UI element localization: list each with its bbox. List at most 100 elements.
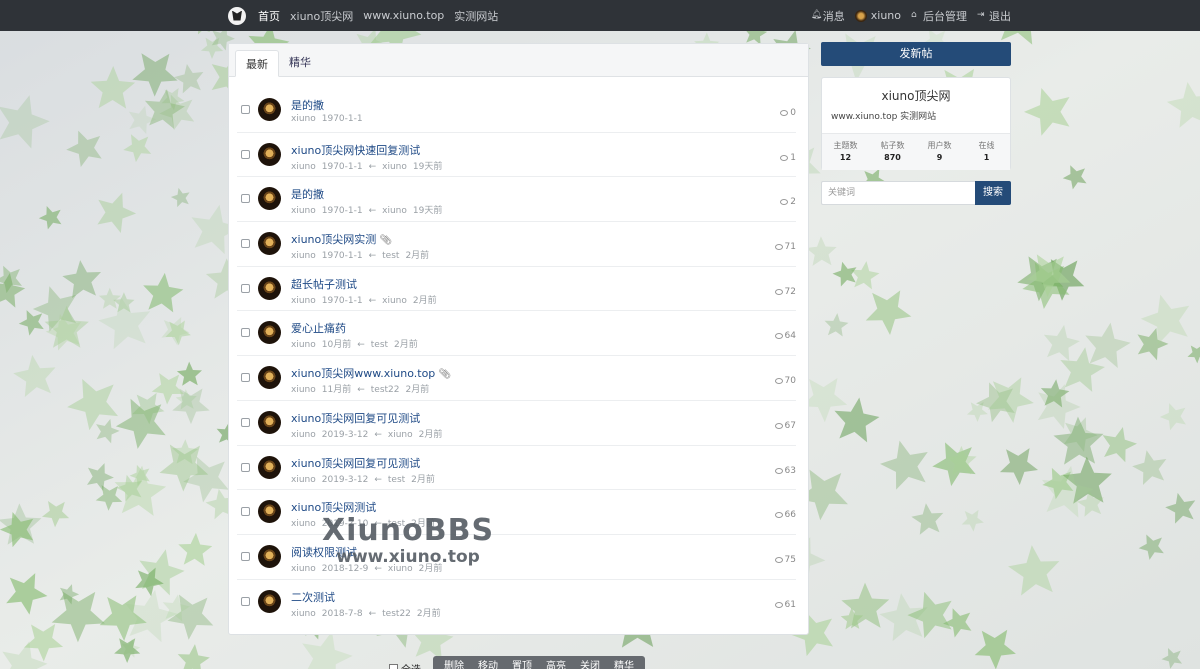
last-reply-user[interactable]: xiuno [382,206,407,216]
thread-title-link[interactable]: 是的撒 [291,186,324,202]
thread-checkbox[interactable] [241,105,250,114]
author-avatar[interactable] [258,321,281,345]
thread-title-link[interactable]: 是的撒 [291,97,324,113]
last-reply-user[interactable]: xiuno [382,296,407,306]
author-avatar[interactable] [258,589,281,613]
thread-row[interactable]: 是的撒 xiuno 1970-1-1 ← xiuno 19天前 2 [237,177,796,223]
thread-checkbox[interactable] [241,328,250,338]
thread-author[interactable]: xiuno [291,162,316,172]
nav-home[interactable]: 首页 [258,8,280,24]
thread-title-link[interactable]: 超长帖子测试 [291,276,357,292]
thread-title-link[interactable]: 二次测试 [291,589,335,605]
thread-title[interactable]: xiuno顶尖网www.xiuno.top [291,367,435,380]
thread-author[interactable]: xiuno [291,519,316,529]
search-button[interactable]: 搜索 [975,181,1011,205]
thread-row[interactable]: 超长帖子测试 xiuno 1970-1-1 ← xiuno 2月前 72 [237,267,796,312]
select-all-checkbox[interactable] [389,664,398,669]
last-reply-user[interactable]: test22 [382,609,411,619]
last-reply-user[interactable]: test [388,475,405,485]
thread-checkbox[interactable] [241,283,250,293]
thread-row[interactable]: xiuno顶尖网测试 xiuno 2019-2-10 ← test 2月前 66 [237,490,796,535]
thread-row[interactable]: 是的撒 xiuno 1970-1-1 0 [237,88,796,133]
author-avatar[interactable] [258,500,281,524]
thread-author[interactable]: xiuno [291,114,316,124]
nav-forum[interactable]: xiuno顶尖网 [290,8,353,24]
author-avatar[interactable] [258,142,281,166]
author-avatar[interactable] [258,187,281,211]
thread-author[interactable]: xiuno [291,251,316,261]
thread-row[interactable]: 阅读权限测试 xiuno 2018-12-9 ← xiuno 2月前 75 [237,535,796,580]
thread-checkbox[interactable] [241,551,250,561]
thread-author[interactable]: xiuno [291,385,316,395]
thread-row[interactable]: xiuno顶尖网www.xiuno.top 📎︎ xiuno 11月前 ← test22 2… [237,356,796,401]
thread-checkbox[interactable] [241,239,250,249]
move-button[interactable]: 移动 [471,656,505,669]
thread-checkbox[interactable] [241,194,250,204]
thread-title-link[interactable]: xiuno顶尖网实测 📎︎ [291,231,392,247]
thread-checkbox[interactable] [241,373,250,383]
author-avatar[interactable] [258,98,281,121]
thread-title[interactable]: xiuno顶尖网回复可见测试 [291,412,420,425]
thread-row[interactable]: xiuno顶尖网快速回复测试 xiuno 1970-1-1 ← xiuno 19天前 1 [237,133,796,178]
thread-author[interactable]: xiuno [291,340,316,350]
select-all[interactable]: 全选 [389,661,421,669]
tab-latest[interactable]: 最新 [235,50,279,77]
thread-row[interactable]: xiuno顶尖网回复可见测试 xiuno 2019-3-12 ← xiuno 2月前 67 [237,401,796,446]
thread-author[interactable]: xiuno [291,296,316,306]
thread-title-link[interactable]: xiuno顶尖网回复可见测试 [291,410,420,426]
nav-site-url[interactable]: www.xiuno.top [363,9,444,22]
nav-user[interactable]: xiuno [854,9,901,22]
author-avatar[interactable] [258,410,281,434]
author-avatar[interactable] [258,232,281,256]
search-input[interactable] [821,181,975,205]
last-reply-arrow-icon: ← [368,206,377,217]
thread-row[interactable]: xiuno顶尖网实测 📎︎ xiuno 1970-1-1 ← test 2月前 71 [237,222,796,267]
thread-checkbox[interactable] [241,417,250,427]
thread-title-link[interactable]: xiuno顶尖网www.xiuno.top 📎︎ [291,365,451,381]
nav-test-site[interactable]: 实测网站 [454,8,498,24]
thread-checkbox[interactable] [241,507,250,517]
last-reply-user[interactable]: test22 [371,385,400,395]
thread-title[interactable]: xiuno顶尖网回复可见测试 [291,457,420,470]
thread-checkbox[interactable] [241,462,250,472]
thread-row[interactable]: xiuno顶尖网回复可见测试 xiuno 2019-3-12 ← test 2月前 63 [237,446,796,491]
thread-author[interactable]: xiuno [291,564,316,574]
thread-title[interactable]: xiuno顶尖网实测 [291,233,376,246]
site-logo-icon[interactable] [228,6,246,25]
last-reply-user[interactable]: test [382,251,399,261]
thread-title-link[interactable]: xiuno顶尖网回复可见测试 [291,455,420,471]
thread-title[interactable]: 超长帖子测试 [291,278,357,291]
highlight-button[interactable]: 高亮 [539,656,573,669]
nav-admin[interactable]: ⌂ 后台管理 [911,8,967,24]
thread-checkbox[interactable] [241,596,250,606]
delete-button[interactable]: 删除 [437,656,471,669]
thread-title[interactable]: xiuno顶尖网快速回复测试 [291,144,420,157]
thread-checkbox[interactable] [241,149,250,159]
top-button[interactable]: 置顶 [505,656,539,669]
thread-title-link[interactable]: 爱心止痛药 [291,320,346,336]
nav-messages[interactable]: 🔔︎ 消息 [811,8,845,24]
tab-digest[interactable]: 精华 [279,49,321,76]
author-avatar[interactable] [258,276,281,300]
last-reply-user[interactable]: xiuno [382,162,407,172]
author-avatar[interactable] [258,544,281,568]
thread-row[interactable]: 爱心止痛药 xiuno 10月前 ← test 2月前 64 [237,311,796,357]
close-button[interactable]: 关闭 [573,656,607,669]
thread-row[interactable]: 二次测试 xiuno 2018-7-8 ← test22 2月前 61 [237,580,796,625]
last-reply-user[interactable]: xiuno [388,430,413,440]
thread-title[interactable]: 是的撒 [291,188,324,201]
thread-author[interactable]: xiuno [291,206,316,216]
thread-title[interactable]: 二次测试 [291,591,335,604]
thread-author[interactable]: xiuno [291,430,316,440]
thread-author[interactable]: xiuno [291,475,316,485]
thread-title[interactable]: 爱心止痛药 [291,322,346,335]
thread-title[interactable]: 是的撒 [291,99,324,112]
last-reply-user[interactable]: test [371,340,388,350]
author-avatar[interactable] [258,455,281,479]
nav-logout[interactable]: ⇥ 退出 [977,8,1011,24]
thread-author[interactable]: xiuno [291,609,316,619]
digest-button[interactable]: 精华 [607,656,641,669]
new-post-button[interactable]: 发新帖 [821,42,1011,66]
thread-title-link[interactable]: xiuno顶尖网快速回复测试 [291,142,420,158]
author-avatar[interactable] [258,366,281,390]
